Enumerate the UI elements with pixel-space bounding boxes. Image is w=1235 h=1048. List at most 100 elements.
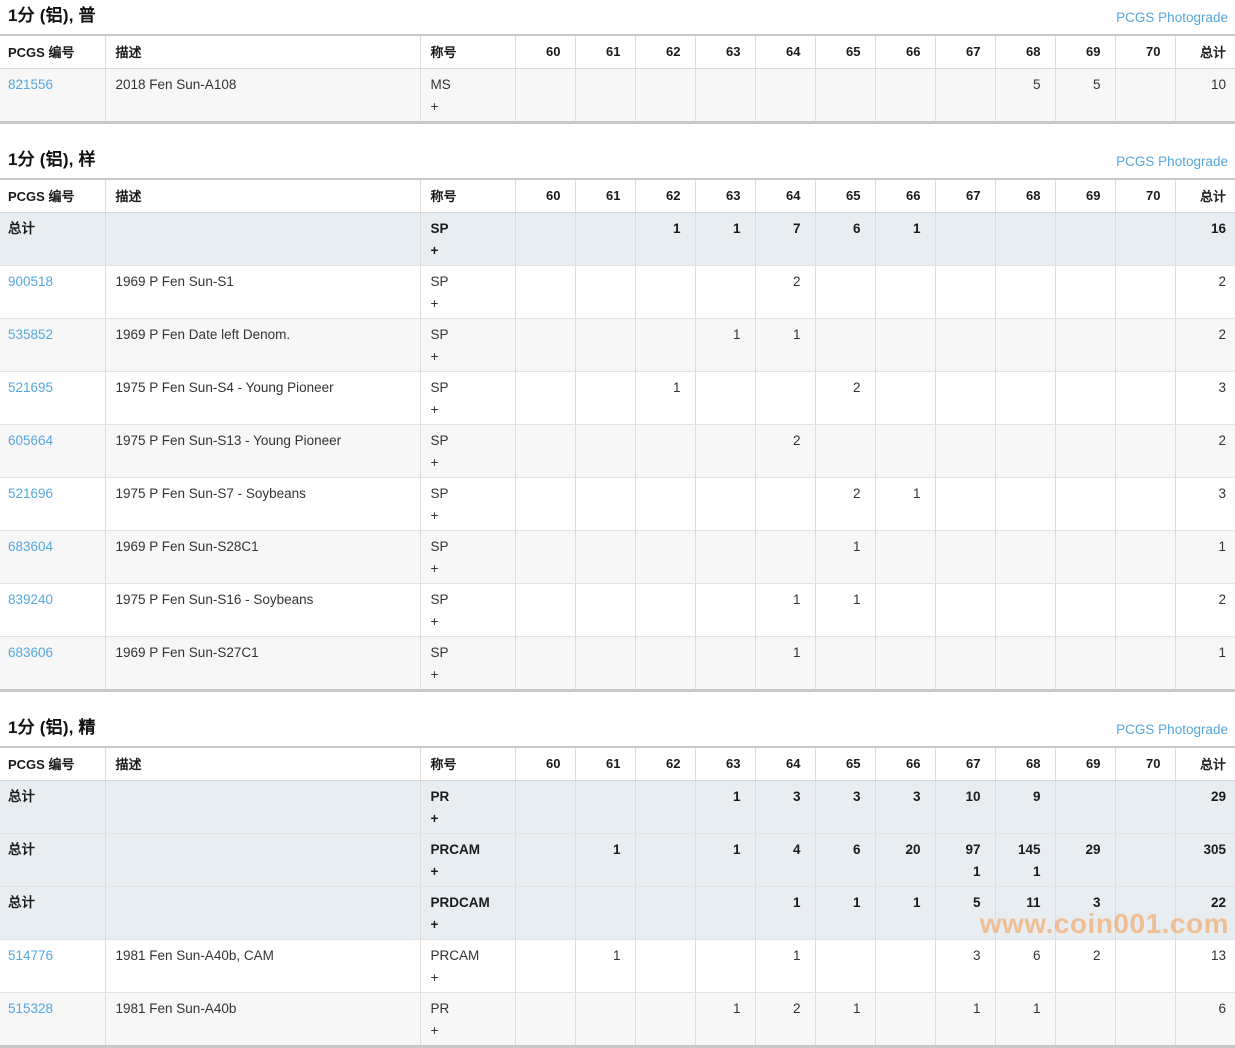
- cell-line-main: [1056, 788, 1101, 806]
- total-row-label: 总计: [0, 887, 105, 940]
- table-row: 8392401975 P Fen Sun-S16 - SoybeansSP+11…: [0, 584, 1235, 637]
- cell-line-plus: [8, 98, 95, 116]
- cell-line-plus: [996, 507, 1041, 525]
- cell-line-main: [1116, 379, 1161, 397]
- cell-line-main: 11: [996, 894, 1041, 912]
- grade-cell: 2: [1055, 940, 1115, 993]
- cell-line-plus: [576, 810, 621, 828]
- grade-cell: [575, 478, 635, 531]
- cell-line-plus: [116, 1022, 410, 1040]
- cell-line-plus: [576, 863, 621, 881]
- cell-line-main: [636, 894, 681, 912]
- grade-cell: [935, 372, 995, 425]
- grade-cell: [875, 425, 935, 478]
- section-title: 1分 (铝), 普: [8, 5, 96, 27]
- grade-cell: [815, 940, 875, 993]
- description-cell: 1969 P Fen Sun-S1: [105, 266, 420, 319]
- cell-line-plus: [816, 969, 861, 987]
- grade-cell: [695, 637, 755, 691]
- grade-cell: [755, 372, 815, 425]
- grade-cell: 1: [695, 834, 755, 887]
- grade-cell: [575, 213, 635, 266]
- cell-line-main: 1: [816, 894, 861, 912]
- cell-line-main: [636, 841, 681, 859]
- description-cell: 1975 P Fen Sun-S4 - Young Pioneer: [105, 372, 420, 425]
- column-header-pcgs-number: PCGS 编号: [0, 35, 105, 69]
- grade-cell: 2: [755, 425, 815, 478]
- grade-column-header: 66: [875, 747, 935, 781]
- grade-cell: [635, 69, 695, 123]
- description-cell: 1969 P Fen Date left Denom.: [105, 319, 420, 372]
- pcgs-number-link[interactable]: 605664: [8, 433, 53, 448]
- total-cell: 10: [1175, 69, 1235, 123]
- cell-line-plus: [116, 98, 410, 116]
- grade-cell: [575, 887, 635, 940]
- cell-line-main: 1: [756, 326, 801, 344]
- cell-line-plus: [756, 613, 801, 631]
- cell-line-plus: [636, 1022, 681, 1040]
- pcgs-photograde-link[interactable]: PCGS Photograde: [1116, 9, 1228, 27]
- cell-line-plus: [876, 295, 921, 313]
- grade-column-header: 69: [1055, 35, 1115, 69]
- pcgs-number-link[interactable]: 515328: [8, 1001, 53, 1016]
- grade-cell: [1115, 887, 1175, 940]
- cell-line-plus: [1176, 295, 1227, 313]
- description-cell: [105, 781, 420, 834]
- cell-line-plus: [816, 242, 861, 260]
- cell-line-main: [636, 538, 681, 556]
- pcgs-number-link[interactable]: 821556: [8, 77, 53, 92]
- grade-cell: [815, 637, 875, 691]
- pcgs-number-link[interactable]: 535852: [8, 327, 53, 342]
- grade-cell: [1115, 834, 1175, 887]
- grade-cell: [515, 531, 575, 584]
- cell-line-plus: [576, 401, 621, 419]
- pcgs-number-link[interactable]: 839240: [8, 592, 53, 607]
- cell-line-main: 3: [936, 947, 981, 965]
- cell-line-main: 535852: [8, 326, 95, 344]
- grade-cell: [575, 425, 635, 478]
- cell-line-plus: [756, 863, 801, 881]
- grade-column-header: 68: [995, 179, 1055, 213]
- cell-line-plus: [996, 454, 1041, 472]
- description-cell: 1975 P Fen Sun-S13 - Young Pioneer: [105, 425, 420, 478]
- grade-cell: 1: [875, 887, 935, 940]
- cell-line-main: SP: [431, 538, 505, 556]
- cell-line-main: 1981 Fen Sun-A40b, CAM: [116, 947, 410, 965]
- grade-cell: [1055, 425, 1115, 478]
- section-header: 1分 (铝), 精 PCGS Photograde: [0, 712, 1235, 746]
- pcgs-photograde-link[interactable]: PCGS Photograde: [1116, 721, 1228, 739]
- cell-line-plus: [1116, 810, 1161, 828]
- cell-line-plus: [576, 295, 621, 313]
- cell-line-plus: +: [431, 295, 505, 313]
- cell-line-main: [1056, 644, 1101, 662]
- grade-column-header: 61: [575, 179, 635, 213]
- cell-line-plus: [1176, 560, 1227, 578]
- cell-line-plus: [116, 560, 410, 578]
- pcgs-number-link[interactable]: 521695: [8, 380, 53, 395]
- cell-line-plus: [936, 454, 981, 472]
- table-row: 6836061969 P Fen Sun-S27C1SP+11: [0, 637, 1235, 691]
- grade-cell: [635, 478, 695, 531]
- pcgs-number-link[interactable]: 514776: [8, 948, 53, 963]
- cell-line-main: 10: [1176, 76, 1227, 94]
- grade-cell: [695, 940, 755, 993]
- grade-cell: [635, 781, 695, 834]
- cell-line-main: [696, 644, 741, 662]
- designation-cell: SP+: [420, 531, 515, 584]
- grade-column-header: 64: [755, 35, 815, 69]
- description-cell: [105, 887, 420, 940]
- pcgs-number-link[interactable]: 521696: [8, 486, 53, 501]
- cell-line-plus: [636, 295, 681, 313]
- grade-cell: 1: [755, 887, 815, 940]
- pcgs-photograde-link[interactable]: PCGS Photograde: [1116, 153, 1228, 171]
- cell-line-main: 7: [756, 220, 801, 238]
- pcgs-number-link[interactable]: 683606: [8, 645, 53, 660]
- grade-cell: [695, 69, 755, 123]
- pcgs-number-link[interactable]: 683604: [8, 539, 53, 554]
- grade-cell: [575, 319, 635, 372]
- cell-line-main: [516, 273, 561, 291]
- cell-line-main: [636, 591, 681, 609]
- cell-line-plus: [1056, 401, 1101, 419]
- total-cell: 2: [1175, 266, 1235, 319]
- pcgs-number-link[interactable]: 900518: [8, 274, 53, 289]
